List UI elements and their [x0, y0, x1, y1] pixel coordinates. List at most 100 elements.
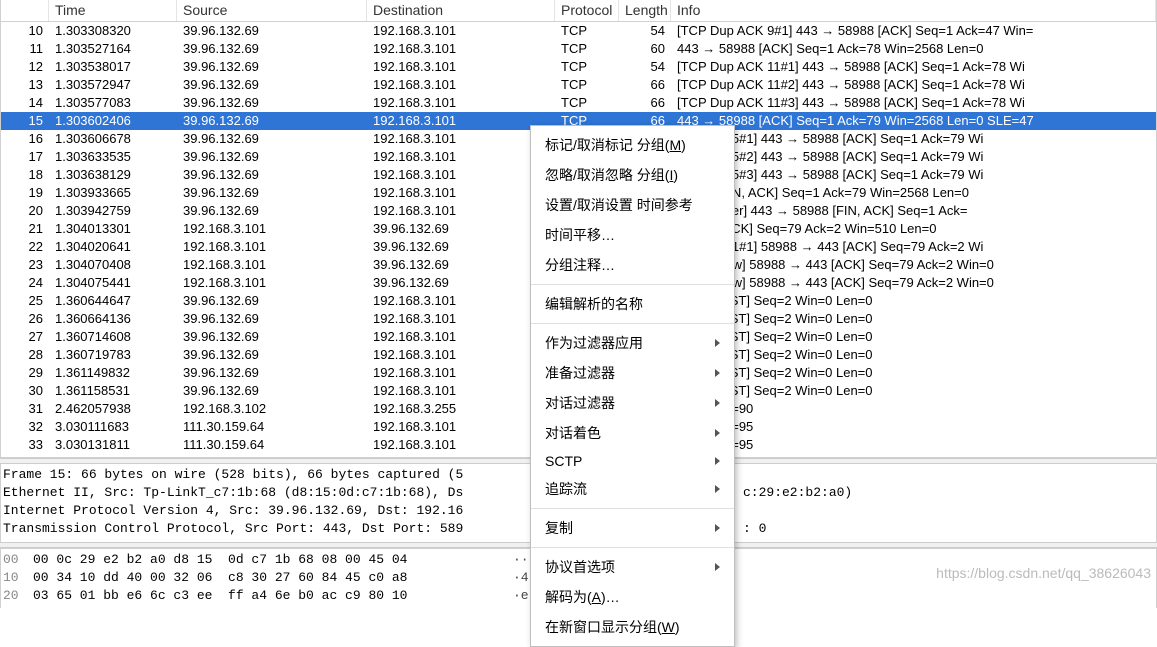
- cell: 1.361149832: [49, 364, 177, 382]
- cell: 192.168.3.101: [367, 40, 555, 58]
- cell: 33: [1, 436, 49, 454]
- cell: up ACK 21#1] 58988 → 443 [ACK] Seq=79 Ac…: [671, 238, 1156, 256]
- menu-item[interactable]: 对话过滤器: [531, 388, 734, 418]
- menu-item-label: 作为过滤器应用: [545, 333, 643, 353]
- menu-item-label: 复制: [545, 518, 573, 538]
- cell: 20: [1, 202, 49, 220]
- menu-item[interactable]: 追踪流: [531, 474, 734, 504]
- cell: 58988 [RST] Seq=2 Win=0 Len=0: [671, 310, 1156, 328]
- menu-item[interactable]: 在新窗口显示分组(W): [531, 612, 734, 642]
- cell: eroWindow] 58988 → 443 [ACK] Seq=79 Ack=…: [671, 274, 1156, 292]
- cell: 39.96.132.69: [177, 40, 367, 58]
- cell: 192.168.3.101: [367, 112, 555, 130]
- menu-item[interactable]: 时间平移…: [531, 220, 734, 250]
- cell: 60: [619, 40, 671, 58]
- cell: TCP: [555, 40, 619, 58]
- chevron-right-icon: [715, 524, 720, 532]
- chevron-right-icon: [715, 563, 720, 571]
- cell: up ACK 15#2] 443 → 58988 [ACK] Seq=1 Ack…: [671, 148, 1156, 166]
- detail-line[interactable]: Frame 15: 66 bytes on wire (528 bits), 6…: [3, 466, 533, 484]
- cell: 30: [1, 382, 49, 400]
- cell: 192.168.3.101: [367, 346, 555, 364]
- cell: 58988 [RST] Seq=2 Win=0 Len=0: [671, 346, 1156, 364]
- chevron-right-icon: [715, 399, 720, 407]
- cell: eroWindow] 58988 → 443 [ACK] Seq=79 Ack=…: [671, 256, 1156, 274]
- table-row[interactable]: 141.30357708339.96.132.69192.168.3.101TC…: [1, 94, 1156, 112]
- menu-item[interactable]: 编辑解析的名称: [531, 289, 734, 319]
- menu-separator: [531, 284, 734, 285]
- cell: 58988 [FIN, ACK] Seq=1 Ack=79 Win=2568 L…: [671, 184, 1156, 202]
- cell: 192.168.3.101: [367, 328, 555, 346]
- detail-line[interactable]: Ethernet II, Src: Tp-LinkT_c7:1b:68 (d8:…: [3, 484, 533, 502]
- menu-item[interactable]: 标记/取消标记 分组(M): [531, 130, 734, 160]
- cell: 192.168.3.102: [177, 400, 367, 418]
- menu-item[interactable]: 设置/取消设置 时间参考: [531, 190, 734, 220]
- menu-item-label: 时间平移…: [545, 225, 615, 245]
- cell: 12: [1, 58, 49, 76]
- menu-item-label: 对话着色: [545, 423, 601, 443]
- cell: 39.96.132.69: [367, 238, 555, 256]
- cell: 192.168.3.255: [367, 400, 555, 418]
- cell: [TCP Dup ACK 11#2] 443 → 58988 [ACK] Seq…: [671, 76, 1156, 94]
- cell: 39.96.132.69: [177, 148, 367, 166]
- cell: 111.30.159.64: [177, 436, 367, 454]
- menu-item[interactable]: 解码为(A)…: [531, 582, 734, 612]
- detail-line[interactable]: Transmission Control Protocol, Src Port:…: [3, 520, 533, 538]
- cell: 39.96.132.69: [177, 112, 367, 130]
- cell: 39.96.132.69: [177, 130, 367, 148]
- cell: 23: [1, 256, 49, 274]
- cell: 1.360719783: [49, 346, 177, 364]
- chevron-right-icon: [715, 339, 720, 347]
- col-proto[interactable]: Protocol: [555, 0, 619, 21]
- cell: 29: [1, 364, 49, 382]
- table-row[interactable]: 121.30353801739.96.132.69192.168.3.101TC…: [1, 58, 1156, 76]
- table-row[interactable]: 131.30357294739.96.132.69192.168.3.101TC…: [1, 76, 1156, 94]
- menu-item[interactable]: 准备过滤器: [531, 358, 734, 388]
- cell: 1.304075441: [49, 274, 177, 292]
- col-length[interactable]: Length: [619, 0, 671, 21]
- cell: 39.96.132.69: [177, 94, 367, 112]
- cell: 16: [1, 130, 49, 148]
- cell: 192.168.3.101: [367, 202, 555, 220]
- cell: 39.96.132.69: [177, 202, 367, 220]
- cell: up ACK 15#1] 443 → 58988 [ACK] Seq=1 Ack…: [671, 130, 1156, 148]
- menu-item[interactable]: 协议首选项: [531, 552, 734, 582]
- chevron-right-icon: [715, 429, 720, 437]
- context-menu[interactable]: 标记/取消标记 分组(M)忽略/取消忽略 分组(I) 设置/取消设置 时间参考时间…: [530, 125, 735, 647]
- col-no[interactable]: [1, 0, 49, 21]
- cell: 24: [1, 274, 49, 292]
- cell: 192.168.3.101: [177, 274, 367, 292]
- cell: 1.304020641: [49, 238, 177, 256]
- menu-item[interactable]: 作为过滤器应用: [531, 328, 734, 358]
- col-info[interactable]: Info: [671, 0, 1156, 21]
- menu-item-label: 设置/取消设置 时间参考: [545, 195, 693, 215]
- col-dest[interactable]: Destination: [367, 0, 555, 21]
- cell: 192.168.3.101: [367, 184, 555, 202]
- cell: 26: [1, 310, 49, 328]
- menu-item-label: 解码为(A)…: [545, 587, 620, 607]
- chevron-right-icon: [715, 457, 720, 465]
- cell: TCP: [555, 76, 619, 94]
- cell: 192.168.3.101: [367, 418, 555, 436]
- menu-item[interactable]: 分组注释…: [531, 250, 734, 280]
- menu-item[interactable]: 复制: [531, 513, 734, 543]
- col-source[interactable]: Source: [177, 0, 367, 21]
- menu-item[interactable]: 对话着色: [531, 418, 734, 448]
- cell: 1.303933665: [49, 184, 177, 202]
- col-time[interactable]: Time: [49, 0, 177, 21]
- cell: 1.303572947: [49, 76, 177, 94]
- cell: 39.96.132.69: [177, 22, 367, 40]
- cell: 1.303633535: [49, 148, 177, 166]
- cell: 192.168.3.101: [367, 94, 555, 112]
- cell: 21: [1, 220, 49, 238]
- cell: → 443 [ACK] Seq=79 Ack=2 Win=510 Len=0: [671, 220, 1156, 238]
- table-row[interactable]: 101.30330832039.96.132.69192.168.3.101TC…: [1, 22, 1156, 40]
- cell: 39.96.132.69: [177, 310, 367, 328]
- table-row[interactable]: 111.30352716439.96.132.69192.168.3.101TC…: [1, 40, 1156, 58]
- menu-item[interactable]: SCTP: [531, 448, 734, 474]
- menu-item[interactable]: 忽略/取消忽略 分组(I): [531, 160, 734, 190]
- menu-item-label: 对话过滤器: [545, 393, 615, 413]
- cell: 58988 [RST] Seq=2 Win=0 Len=0: [671, 364, 1156, 382]
- cell: TCP: [555, 22, 619, 40]
- detail-line[interactable]: Internet Protocol Version 4, Src: 39.96.…: [3, 502, 533, 520]
